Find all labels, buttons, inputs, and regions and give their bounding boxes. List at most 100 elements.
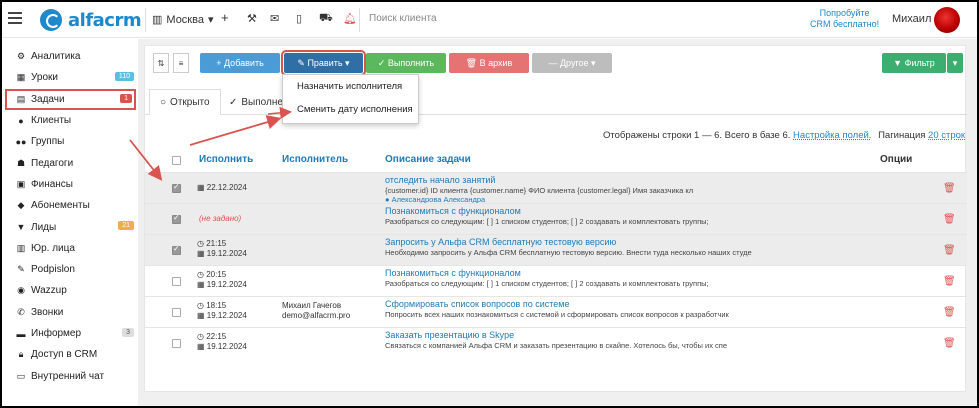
edit-dropdown-menu: Назначить исполнителя Сменить дату испол… <box>282 74 419 124</box>
sidebar-item-label: Информер <box>31 328 82 339</box>
filter-dropdown-button[interactable]: ▾ <box>947 53 963 73</box>
sidebar-item-1[interactable]: ▦ Уроки 110 <box>2 67 138 88</box>
task-title[interactable]: Познакомиться с функционалом <box>385 206 521 216</box>
sidebar-item-3[interactable]: ● Клиенты <box>2 110 138 131</box>
sidebar-item-7[interactable]: ◆ Абонементы <box>2 195 138 216</box>
wrench-icon[interactable]: ⚒ <box>247 12 257 25</box>
due-time: 21:15 <box>206 239 227 248</box>
sidebar-item-15[interactable]: ▭ Внутренний чат <box>2 365 138 386</box>
due-time: 22:15 <box>206 332 227 341</box>
header-description[interactable]: Описание задачи <box>385 154 471 165</box>
sidebar-item-14[interactable]: 🔒︎ Доступ в CRM <box>2 344 138 365</box>
table-row[interactable]: ◷ 20:15 ▦ 19.12.2024 Познакомиться с функц… <box>145 265 967 296</box>
edit-button[interactable]: ✎ Править ▾ <box>281 50 366 76</box>
table-row[interactable]: ◷ 18:15 ▦ 19.12.2024 Михаил Гачегов demo@al… <box>145 296 967 327</box>
promo-line-1: Попробуйте <box>819 8 870 18</box>
promo-link[interactable]: Попробуйте CRM бесплатно! <box>810 8 879 30</box>
mobile-icon[interactable]: ▯ <box>296 12 302 25</box>
logo-text: alfacrm <box>68 9 142 31</box>
trash-icon[interactable]: 🗑︎ <box>943 276 956 287</box>
task-description: Разобраться со следующим: [ ] 1 списком … <box>385 279 709 288</box>
header-due[interactable]: Исполнить <box>199 154 253 165</box>
row-checkbox[interactable] <box>172 244 181 255</box>
header-assignee[interactable]: Исполнитель <box>282 154 348 165</box>
clock-icon: ◷ <box>197 270 207 279</box>
fields-settings-link[interactable]: Настройка полей. <box>793 130 871 141</box>
sidebar-item-8[interactable]: ▼ Лиды 21 <box>2 216 138 237</box>
menu-icon[interactable] <box>8 12 22 26</box>
assignee-email: demo@alfacrm.pro <box>282 311 351 320</box>
table-row[interactable]: ◷ 21:15▦ 19.12.2024 Запросить у Альфа CRM… <box>145 234 967 265</box>
count-badge: 110 <box>114 72 134 82</box>
user-icon: ● <box>18 115 24 126</box>
sidebar-item-0[interactable]: ⚙ Аналитика <box>2 46 138 67</box>
mail-icon[interactable]: ✉ <box>270 12 279 25</box>
informer-icon: ▬ <box>16 328 26 339</box>
due-date: 19.12.2024 <box>206 249 247 258</box>
select-all-checkbox[interactable] <box>172 156 181 165</box>
due-date: 19.12.2024 <box>206 342 247 351</box>
divider <box>359 8 360 32</box>
sidebar-item-label: Педагоги <box>31 157 74 169</box>
sidebar-item-2[interactable]: ▤ Задачи 1 <box>5 88 136 110</box>
task-title[interactable]: Познакомиться с функционалом <box>385 268 521 278</box>
sidebar: ⚙ Аналитика ▦ Уроки 110 ▤ Задачи 1 ● Клиенты ●● Гру… <box>2 39 138 406</box>
sign-icon: ✎ <box>17 264 25 275</box>
complete-button[interactable]: ✓ Выполнить <box>366 53 446 73</box>
logo[interactable]: alfacrm <box>40 9 142 31</box>
clock-icon: ◷ <box>197 332 207 341</box>
table-row[interactable]: (не задано) Познакомиться с функционаломР… <box>145 203 967 234</box>
row-checkbox[interactable] <box>172 339 181 348</box>
sidebar-item-12[interactable]: ✆ Звонки <box>2 302 138 323</box>
archive-button[interactable]: 🗑︎ В архив <box>449 53 529 73</box>
sidebar-item-label: Задачи <box>31 93 65 105</box>
row-checkbox[interactable] <box>172 308 181 317</box>
table-row[interactable]: ◷ 22:15 ▦ 19.12.2024 Заказать презентацию … <box>145 327 967 358</box>
sidebar-item-13[interactable]: ▬ Информер 3 <box>2 323 138 344</box>
sort-icon[interactable]: ⇅ <box>153 53 169 73</box>
task-title[interactable]: отследить начало занятий <box>385 175 495 185</box>
tag-icon: ◆ <box>17 200 25 211</box>
task-title[interactable]: Сформировать список вопросов по системе <box>385 299 569 309</box>
sidebar-item-label: Уроки <box>31 72 58 84</box>
trash-icon[interactable]: 🗑︎ <box>943 214 956 225</box>
menu-item-change-date[interactable]: Сменить дату исполнения <box>283 98 418 121</box>
task-title[interactable]: Запросить у Альфа CRM бесплатную тестову… <box>385 237 616 247</box>
row-checkbox[interactable] <box>172 213 181 224</box>
sidebar-item-4[interactable]: ●● Группы <box>2 131 138 152</box>
user-name[interactable]: Михаил <box>892 13 931 25</box>
cart-icon[interactable]: ⛟ <box>319 12 333 26</box>
avatar[interactable] <box>934 7 960 33</box>
top-navbar: alfacrm ▥ Москва ▾ + ⚒ ✉ ▯ ⛟ 🔔︎ Поиск кл… <box>2 2 977 38</box>
row-checkbox[interactable] <box>172 182 181 193</box>
due-date: 22.12.2024 <box>206 183 247 192</box>
task-title[interactable]: Заказать презентацию в Skype <box>385 330 514 340</box>
trash-icon[interactable]: 🗑︎ <box>943 245 956 256</box>
table-row[interactable]: ▦ 22.12.2024отследить начало занятий{cus… <box>145 172 967 204</box>
trash-icon[interactable]: 🗑︎ <box>943 307 956 318</box>
assignee-name[interactable]: Михаил Гачегов <box>282 301 341 311</box>
tab-open[interactable]: ○ Открыто <box>149 89 221 115</box>
search-input[interactable]: Поиск клиента <box>369 13 437 24</box>
trash-icon[interactable]: 🗑︎ <box>943 338 956 349</box>
sidebar-item-11[interactable]: ◉ Wazzup <box>2 280 138 301</box>
plus-icon[interactable]: + <box>221 10 229 25</box>
trash-icon[interactable]: 🗑︎ <box>943 183 956 194</box>
sidebar-item-6[interactable]: ▣ Финансы <box>2 174 138 195</box>
menu-item-assign[interactable]: Назначить исполнителя <box>283 75 418 98</box>
count-badge: 1 <box>120 93 132 103</box>
city-selector[interactable]: ▥ Москва ▾ <box>152 13 214 27</box>
other-button[interactable]: — Другое ▾ <box>532 53 612 73</box>
sidebar-item-9[interactable]: ▥ Юр. лица <box>2 238 138 259</box>
pagination-select[interactable]: 20 строк <box>928 130 965 141</box>
add-button[interactable]: + Добавить <box>200 53 280 73</box>
row-checkbox[interactable] <box>172 277 181 286</box>
building-icon: ▥ <box>152 14 163 26</box>
list-view-icon[interactable]: ≡ <box>173 53 189 73</box>
bell-icon[interactable]: 🔔︎ <box>343 12 357 25</box>
sidebar-item-10[interactable]: ✎ Podpislon <box>2 259 138 280</box>
sidebar-item-label: Клиенты <box>31 115 72 127</box>
sidebar-item-5[interactable]: ☗ Педагоги <box>2 152 138 173</box>
filter-button[interactable]: ▼ Фильтр <box>882 53 946 73</box>
due-date: 19.12.2024 <box>206 280 247 289</box>
